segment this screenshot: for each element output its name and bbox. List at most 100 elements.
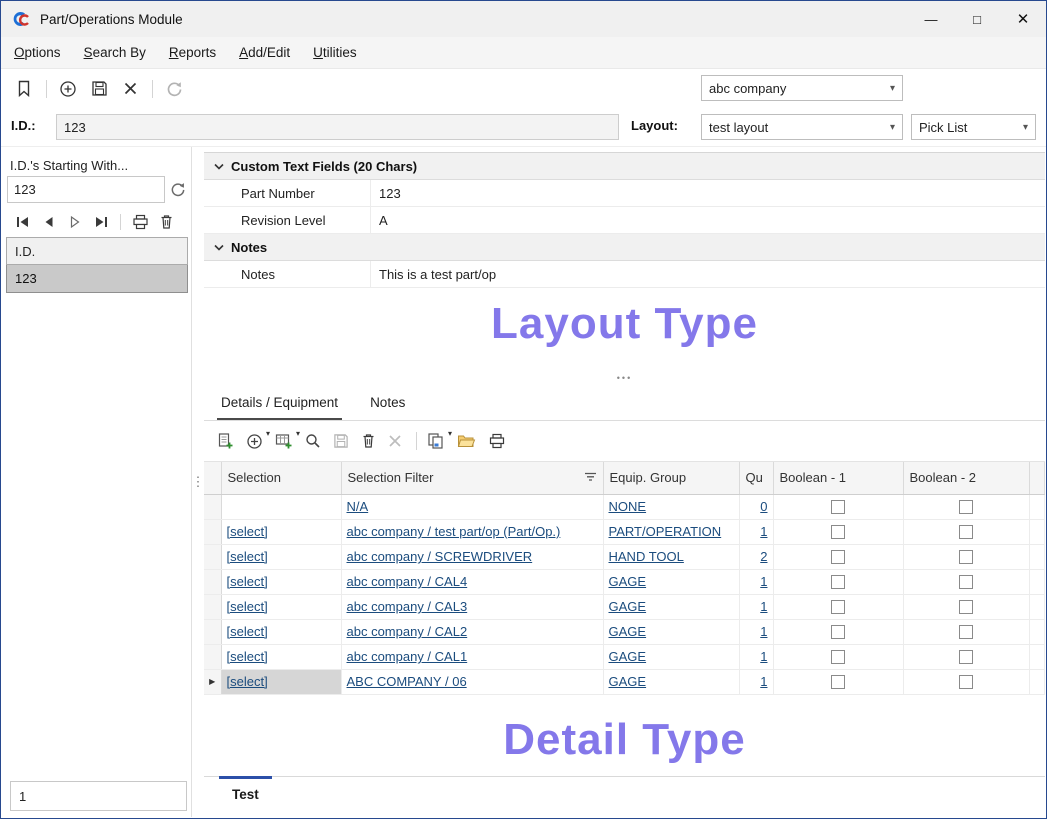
quantity-link[interactable]: 1 [760,574,767,589]
select-link[interactable]: [select] [227,649,268,664]
filter-link[interactable]: abc company / CAL3 [347,599,468,614]
filter-link[interactable]: abc company / CAL1 [347,649,468,664]
next-record-icon[interactable] [62,211,88,233]
boolean-1-checkbox[interactable] [831,675,845,689]
boolean-1-checkbox[interactable] [831,525,845,539]
add-detail-dropdown-icon[interactable]: ▾ [246,429,263,453]
starting-with-input[interactable] [7,176,165,203]
column-header-equip-group[interactable]: Equip. Group [603,462,739,494]
section-header-notes[interactable]: Notes [204,234,1045,261]
last-record-icon[interactable] [88,211,114,233]
previous-record-icon[interactable] [36,211,62,233]
boolean-2-checkbox[interactable] [959,650,973,664]
filter-link[interactable]: N/A [347,499,369,514]
boolean-1-checkbox[interactable] [831,500,845,514]
menu-options[interactable]: Options [14,45,61,60]
boolean-2-checkbox[interactable] [959,625,973,639]
quantity-link[interactable]: 0 [760,499,767,514]
equip-group-link[interactable]: HAND TOOL [609,549,684,564]
tab-notes[interactable]: Notes [368,395,407,420]
field-value[interactable]: 123 [371,180,1045,206]
equip-group-link[interactable]: GAGE [609,574,647,589]
menu-add-edit[interactable]: Add/Edit [239,45,290,60]
bookmark-icon[interactable] [13,78,35,100]
filter-link[interactable]: ABC COMPANY / 06 [347,674,467,689]
equip-group-link[interactable]: PART/OPERATION [609,524,722,539]
select-link[interactable]: [select] [227,599,268,614]
boolean-1-checkbox[interactable] [831,650,845,664]
layout-combobox[interactable]: test layout ▾ [701,114,903,140]
field-value[interactable]: This is a test part/op [371,261,1045,287]
copy-options-dropdown-icon[interactable]: ▾ [427,429,445,453]
boolean-2-checkbox[interactable] [959,500,973,514]
print-detail-icon[interactable] [488,429,506,453]
open-folder-icon[interactable] [457,429,476,453]
quantity-link[interactable]: 1 [760,624,767,639]
section-header-custom-text-fields[interactable]: Custom Text Fields (20 Chars) [204,153,1045,180]
insert-row-icon[interactable] [217,429,234,453]
boolean-2-checkbox[interactable] [959,525,973,539]
delete-detail-icon[interactable] [361,429,376,453]
quantity-link[interactable]: 1 [760,599,767,614]
quantity-link[interactable]: 1 [760,524,767,539]
boolean-1-checkbox[interactable] [831,600,845,614]
horizontal-splitter[interactable]: ••• [204,371,1045,384]
id-list-row[interactable]: 123 [6,265,188,293]
menu-search-by[interactable]: Search By [84,45,146,60]
filter-link[interactable]: abc company / CAL2 [347,624,468,639]
equip-group-link[interactable]: NONE [609,499,647,514]
close-button[interactable]: ✕ [1000,1,1046,37]
column-header-boolean-2[interactable]: Boolean - 2 [903,462,1029,494]
tab-test[interactable]: Test [219,777,272,817]
select-link[interactable]: [select] [227,574,268,589]
tab-details-equipment[interactable]: Details / Equipment [219,395,340,420]
boolean-1-checkbox[interactable] [831,625,845,639]
menu-utilities[interactable]: Utilities [313,45,357,60]
boolean-1-checkbox[interactable] [831,575,845,589]
filter-link[interactable]: abc company / CAL4 [347,574,468,589]
equip-group-link[interactable]: GAGE [609,649,647,664]
column-header-boolean-1[interactable]: Boolean - 1 [773,462,903,494]
column-header-selection[interactable]: Selection [221,462,341,494]
delete-record-icon[interactable] [153,211,179,233]
add-record-icon[interactable] [57,78,79,100]
refresh-icon[interactable] [170,181,186,200]
filter-sort-icon[interactable] [584,470,597,485]
boolean-2-checkbox[interactable] [959,600,973,614]
quantity-link[interactable]: 1 [760,649,767,664]
column-header-selection-filter[interactable]: Selection Filter [341,462,603,494]
picklist-combobox[interactable]: Pick List ▾ [911,114,1036,140]
boolean-2-checkbox[interactable] [959,550,973,564]
refresh-icon[interactable] [163,78,185,100]
delete-x-icon[interactable] [119,78,141,100]
filter-link[interactable]: abc company / SCREWDRIVER [347,549,533,564]
menu-reports[interactable]: Reports [169,45,216,60]
cancel-edit-icon[interactable] [388,429,402,453]
minimize-button[interactable]: — [908,1,954,37]
vertical-splitter[interactable]: ⋮ [191,147,204,817]
quantity-link[interactable]: 1 [760,674,767,689]
search-icon[interactable] [305,429,321,453]
first-record-icon[interactable] [10,211,36,233]
column-header-quantity[interactable]: Qu [739,462,773,494]
boolean-1-checkbox[interactable] [831,550,845,564]
save-icon[interactable] [88,78,110,100]
boolean-2-checkbox[interactable] [959,675,973,689]
select-link[interactable]: [select] [227,549,268,564]
record-number-input[interactable] [10,781,187,811]
quantity-link[interactable]: 2 [760,549,767,564]
save-detail-icon[interactable] [333,429,349,453]
id-list-column-header[interactable]: I.D. [6,237,188,265]
field-value[interactable]: A [371,207,1045,233]
id-input[interactable] [56,114,619,140]
select-link[interactable]: [select] [227,674,268,689]
equip-group-link[interactable]: GAGE [609,674,647,689]
equip-group-link[interactable]: GAGE [609,624,647,639]
equip-group-link[interactable]: GAGE [609,599,647,614]
boolean-2-checkbox[interactable] [959,575,973,589]
select-link[interactable]: [select] [227,524,268,539]
select-link[interactable]: [select] [227,624,268,639]
add-grid-dropdown-icon[interactable]: ▾ [275,429,293,453]
filter-link[interactable]: abc company / test part/op (Part/Op.) [347,524,561,539]
company-combobox[interactable]: abc company ▾ [701,75,903,101]
